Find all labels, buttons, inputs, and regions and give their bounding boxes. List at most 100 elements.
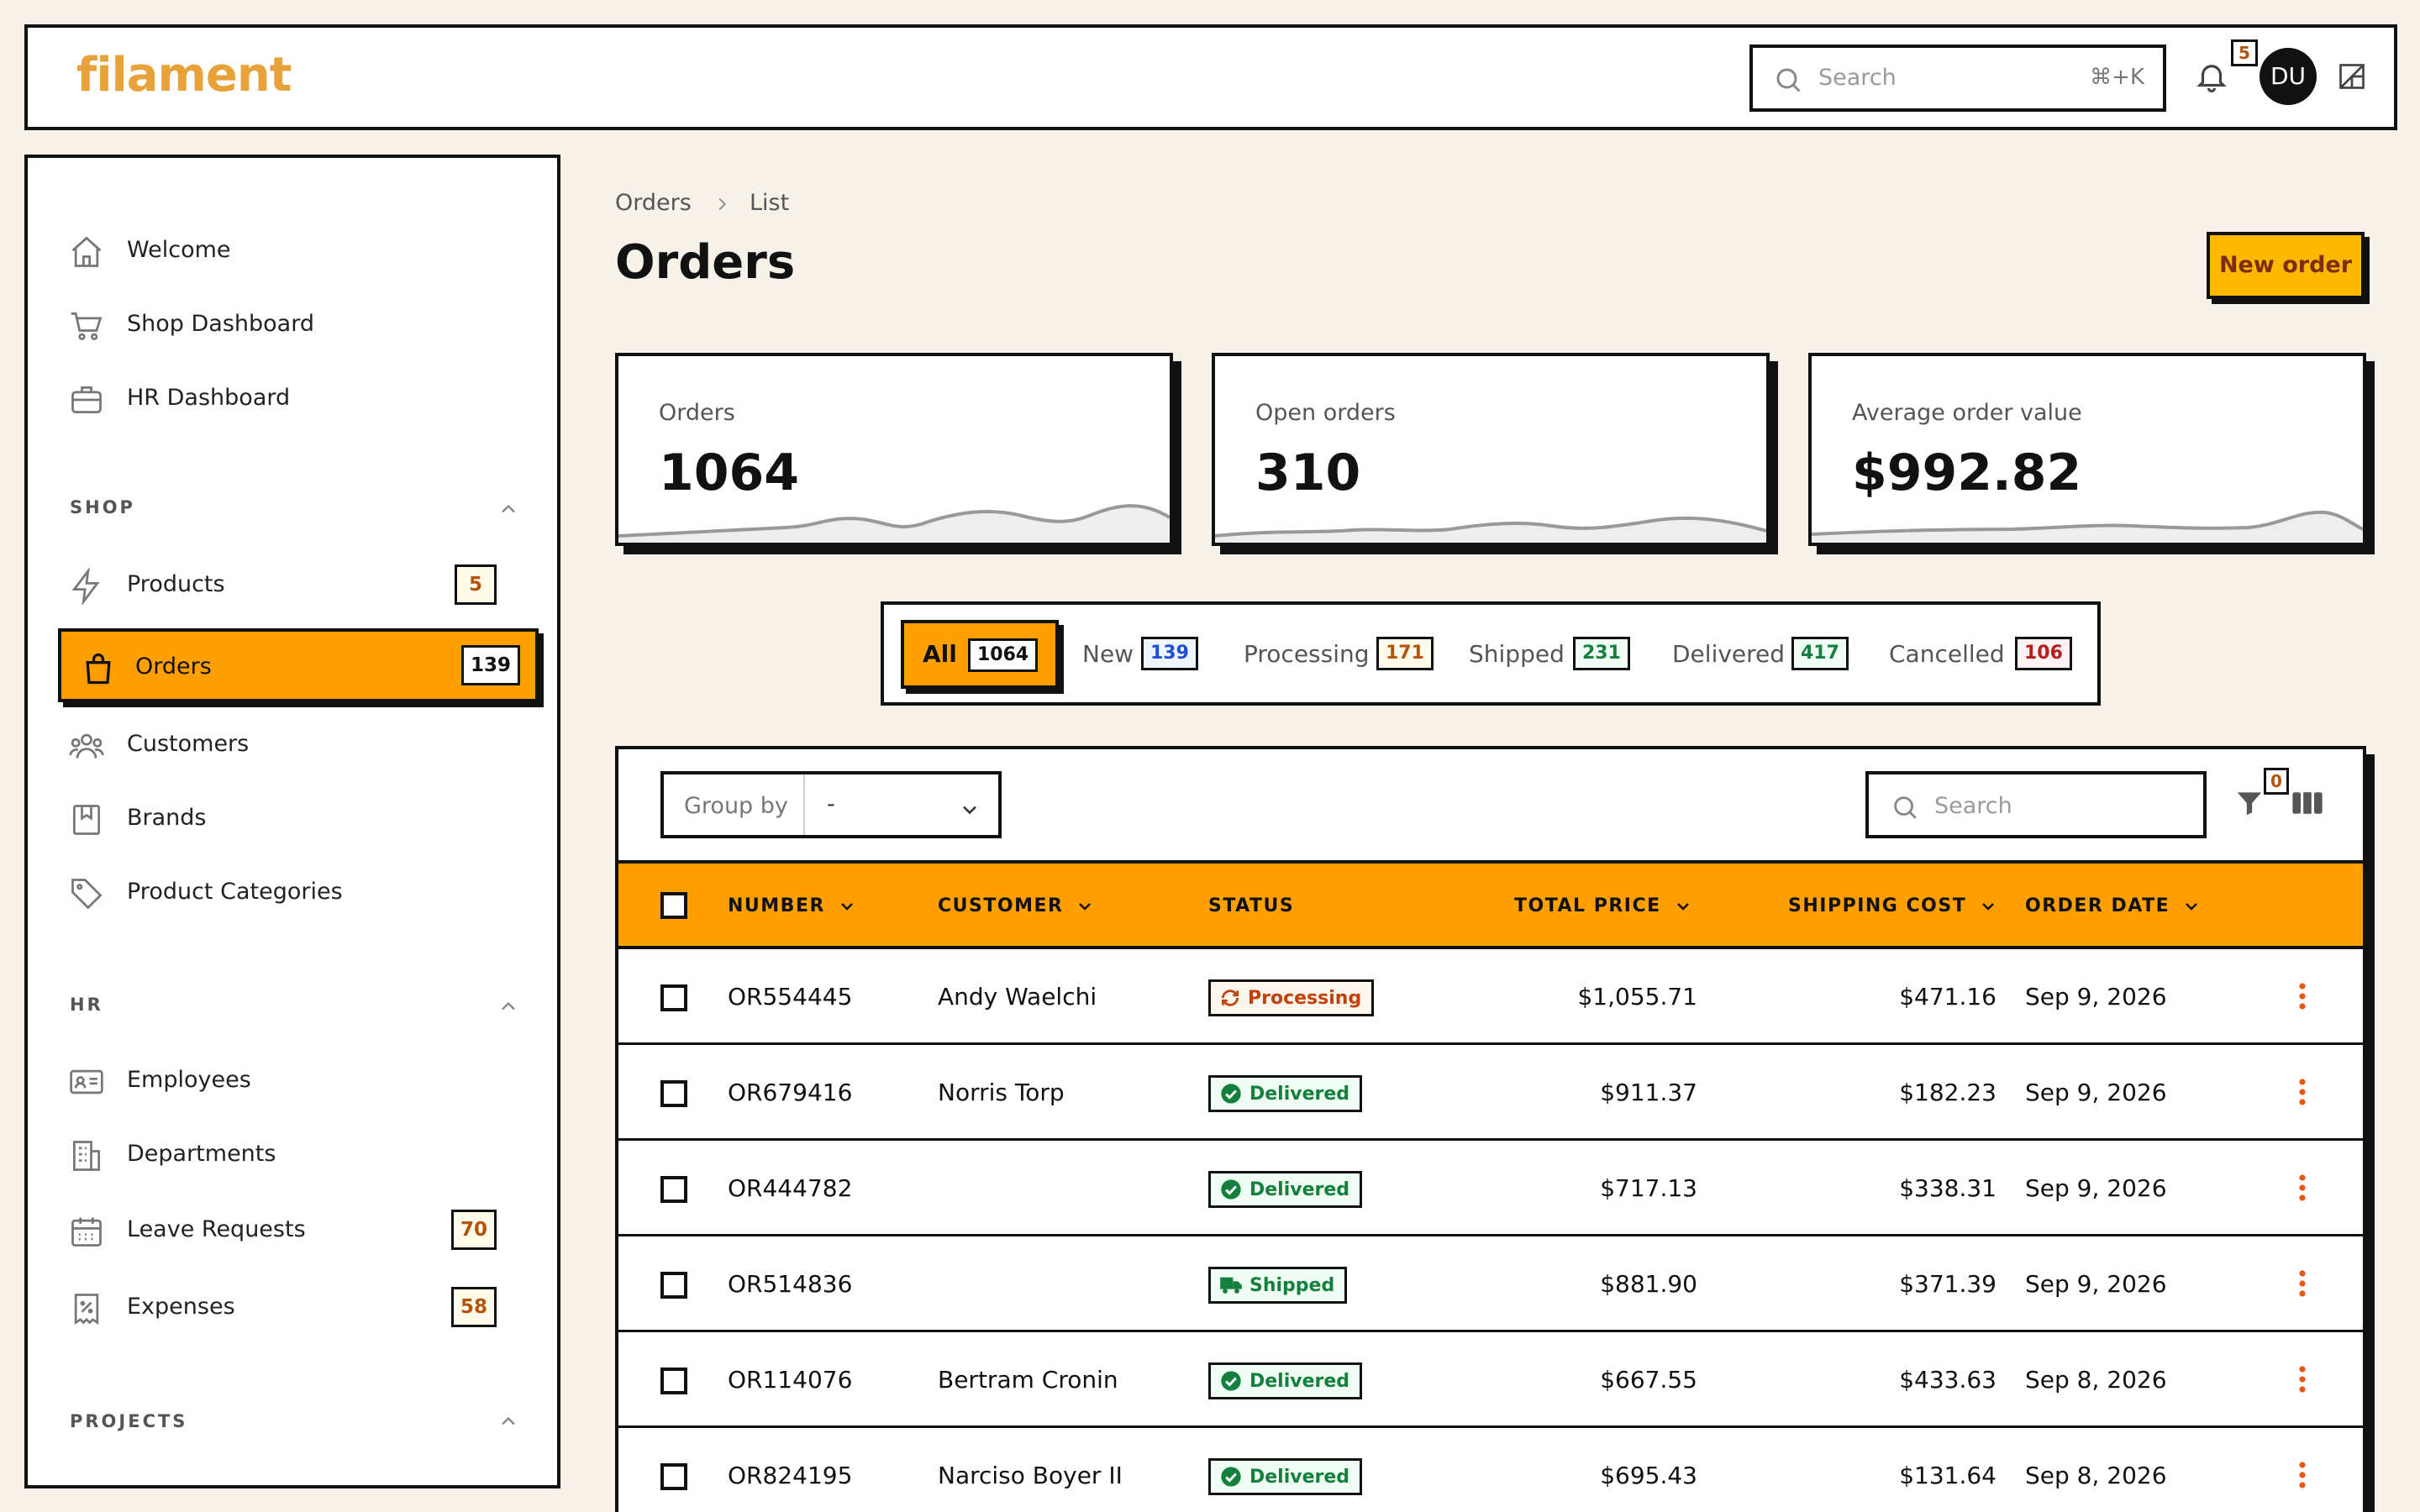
row-checkbox[interactable] xyxy=(660,1463,687,1490)
chevron-down-icon xyxy=(1676,902,1689,911)
row-actions-icon[interactable] xyxy=(2297,1460,2307,1490)
group-by-select[interactable]: Group by - xyxy=(660,771,1002,838)
table-row[interactable]: OR679416 Norris Torp Delivered $911.37 $… xyxy=(618,1045,2363,1141)
row-actions-icon[interactable] xyxy=(2297,981,2307,1011)
stat-sparkline xyxy=(1215,516,1766,543)
sidebar-group-shop: SHOP xyxy=(70,497,135,517)
tab-processing[interactable]: Processing 171 xyxy=(1244,627,1434,682)
sidebar-item-label: Products xyxy=(127,571,225,597)
column-label: ORDER DATE xyxy=(2025,895,2170,916)
column-header-total-price[interactable]: TOTAL PRICE xyxy=(1514,895,1693,916)
theme-toggle-icon[interactable] xyxy=(2337,61,2367,92)
column-header-customer[interactable]: CUSTOMER xyxy=(938,895,1095,916)
chevron-up-icon[interactable] xyxy=(497,995,520,1018)
id-card-icon xyxy=(68,1063,105,1100)
total-price: $695.43 xyxy=(1600,1462,1697,1489)
row-actions-icon[interactable] xyxy=(2297,1077,2307,1107)
shipping-cost: $131.64 xyxy=(1899,1462,1996,1489)
chevron-down-icon xyxy=(2186,902,2198,911)
notifications-badge: 5 xyxy=(2231,39,2258,66)
table-row[interactable]: OR824195 Narciso Boyer II Delivered $695… xyxy=(618,1428,2363,1512)
order-number: OR114076 xyxy=(728,1366,853,1394)
customer-name: Bertram Cronin xyxy=(938,1366,1118,1394)
sidebar-item-leave-requests[interactable]: Leave Requests 70 xyxy=(45,1198,527,1262)
status-label: Processing xyxy=(1248,987,1362,1009)
column-header-number[interactable]: NUMBER xyxy=(728,895,857,916)
sidebar-item-product-categories[interactable]: Product Categories xyxy=(45,860,527,924)
order-number: OR514836 xyxy=(728,1270,853,1298)
users-icon xyxy=(68,727,105,764)
column-label: CUSTOMER xyxy=(938,895,1064,916)
tab-cancelled[interactable]: Cancelled 106 xyxy=(1889,627,2074,682)
check-circle-icon xyxy=(1221,1179,1241,1200)
chevron-up-icon[interactable] xyxy=(497,1410,520,1433)
row-actions-icon[interactable] xyxy=(2297,1364,2307,1394)
tab-new[interactable]: New 139 xyxy=(1082,627,1208,682)
bell-icon[interactable] xyxy=(2194,58,2229,95)
row-actions-icon[interactable] xyxy=(2297,1173,2307,1203)
sidebar-item-employees[interactable]: Employees xyxy=(45,1048,527,1112)
sidebar-item-products[interactable]: Products 5 xyxy=(45,553,527,617)
table-row[interactable]: OR114076 Bertram Cronin Delivered $667.5… xyxy=(618,1332,2363,1428)
order-number: OR444782 xyxy=(728,1174,853,1202)
orders-table: Group by - Search 0 NUMBER CUSTOMER STAT… xyxy=(615,746,2366,1512)
column-header-shipping-cost[interactable]: SHIPPING COST xyxy=(1788,895,1998,916)
status-label: Delivered xyxy=(1249,1083,1350,1105)
app-logo[interactable]: filament xyxy=(76,48,292,102)
table-row[interactable]: OR514836 Shipped $881.90 $371.39 Sep 9, … xyxy=(618,1236,2363,1332)
sidebar-item-count: 139 xyxy=(460,645,520,685)
tab-delivered[interactable]: Delivered 417 xyxy=(1672,627,1857,682)
sidebar-item-label: Welcome xyxy=(127,237,231,263)
check-circle-icon xyxy=(1221,1467,1241,1487)
sidebar-item-customers[interactable]: Customers xyxy=(45,712,527,776)
search-placeholder: Search xyxy=(1934,793,2012,819)
total-price: $881.90 xyxy=(1600,1270,1697,1298)
breadcrumb-orders[interactable]: Orders xyxy=(615,190,692,216)
avatar[interactable]: DU xyxy=(2260,48,2317,105)
customer-name: Andy Waelchi xyxy=(938,983,1097,1011)
table-search-input[interactable]: Search xyxy=(1865,771,2207,838)
status-badge: Delivered xyxy=(1208,1075,1363,1112)
row-checkbox[interactable] xyxy=(660,1080,687,1107)
order-date: Sep 9, 2026 xyxy=(2025,1270,2167,1298)
new-order-button[interactable]: New order xyxy=(2207,232,2365,299)
columns-icon[interactable] xyxy=(2291,790,2324,816)
order-number: OR554445 xyxy=(728,983,853,1011)
stat-card-open-orders: Open orders 310 xyxy=(1212,353,1770,546)
status-label: Delivered xyxy=(1249,1466,1350,1488)
table-row[interactable]: OR444782 Delivered $717.13 $338.31 Sep 9… xyxy=(618,1141,2363,1236)
chevron-up-icon[interactable] xyxy=(497,497,520,521)
global-search-input[interactable]: Search ⌘+K xyxy=(1749,45,2166,112)
column-header-order-date[interactable]: ORDER DATE xyxy=(2025,895,2202,916)
row-checkbox[interactable] xyxy=(660,1176,687,1203)
topbar: filament Search ⌘+K 5 DU xyxy=(24,24,2397,130)
sidebar-item-brands[interactable]: Brands xyxy=(45,786,527,850)
row-checkbox[interactable] xyxy=(660,1272,687,1299)
sidebar-item-label: Brands xyxy=(127,805,207,831)
sidebar-item-shop-dashboard[interactable]: Shop Dashboard xyxy=(45,292,527,356)
tab-shipped[interactable]: Shipped 231 xyxy=(1469,627,1637,682)
refresh-icon xyxy=(1221,990,1239,1006)
sidebar-item-departments[interactable]: Departments xyxy=(45,1122,527,1186)
row-checkbox[interactable] xyxy=(660,984,687,1011)
filter-icon[interactable] xyxy=(2233,786,2265,820)
sidebar-item-label: Orders xyxy=(135,654,212,680)
sidebar-group-projects: PROJECTS xyxy=(70,1411,188,1431)
table-row[interactable]: OR554445 Andy Waelchi Processing $1,055.… xyxy=(618,949,2363,1045)
page-title: Orders xyxy=(615,235,796,290)
total-price: $1,055.71 xyxy=(1577,983,1697,1011)
bookmark-icon xyxy=(68,801,105,838)
row-actions-icon[interactable] xyxy=(2297,1268,2307,1299)
tab-all[interactable]: All 1064 xyxy=(901,620,1059,689)
sidebar-item-welcome[interactable]: Welcome xyxy=(45,218,527,282)
shipping-cost: $338.31 xyxy=(1899,1174,1996,1202)
select-all-checkbox[interactable] xyxy=(660,892,687,919)
sidebar-item-count: 70 xyxy=(450,1210,497,1250)
sidebar-group-hr: HR xyxy=(70,995,103,1015)
sidebar-item-hr-dashboard[interactable]: HR Dashboard xyxy=(45,366,527,430)
group-by-label: Group by xyxy=(684,793,788,819)
sidebar-item-orders[interactable]: Orders 139 xyxy=(58,628,539,702)
sidebar-item-expenses[interactable]: Expenses 58 xyxy=(45,1275,527,1339)
row-checkbox[interactable] xyxy=(660,1368,687,1394)
order-date: Sep 8, 2026 xyxy=(2025,1462,2167,1489)
